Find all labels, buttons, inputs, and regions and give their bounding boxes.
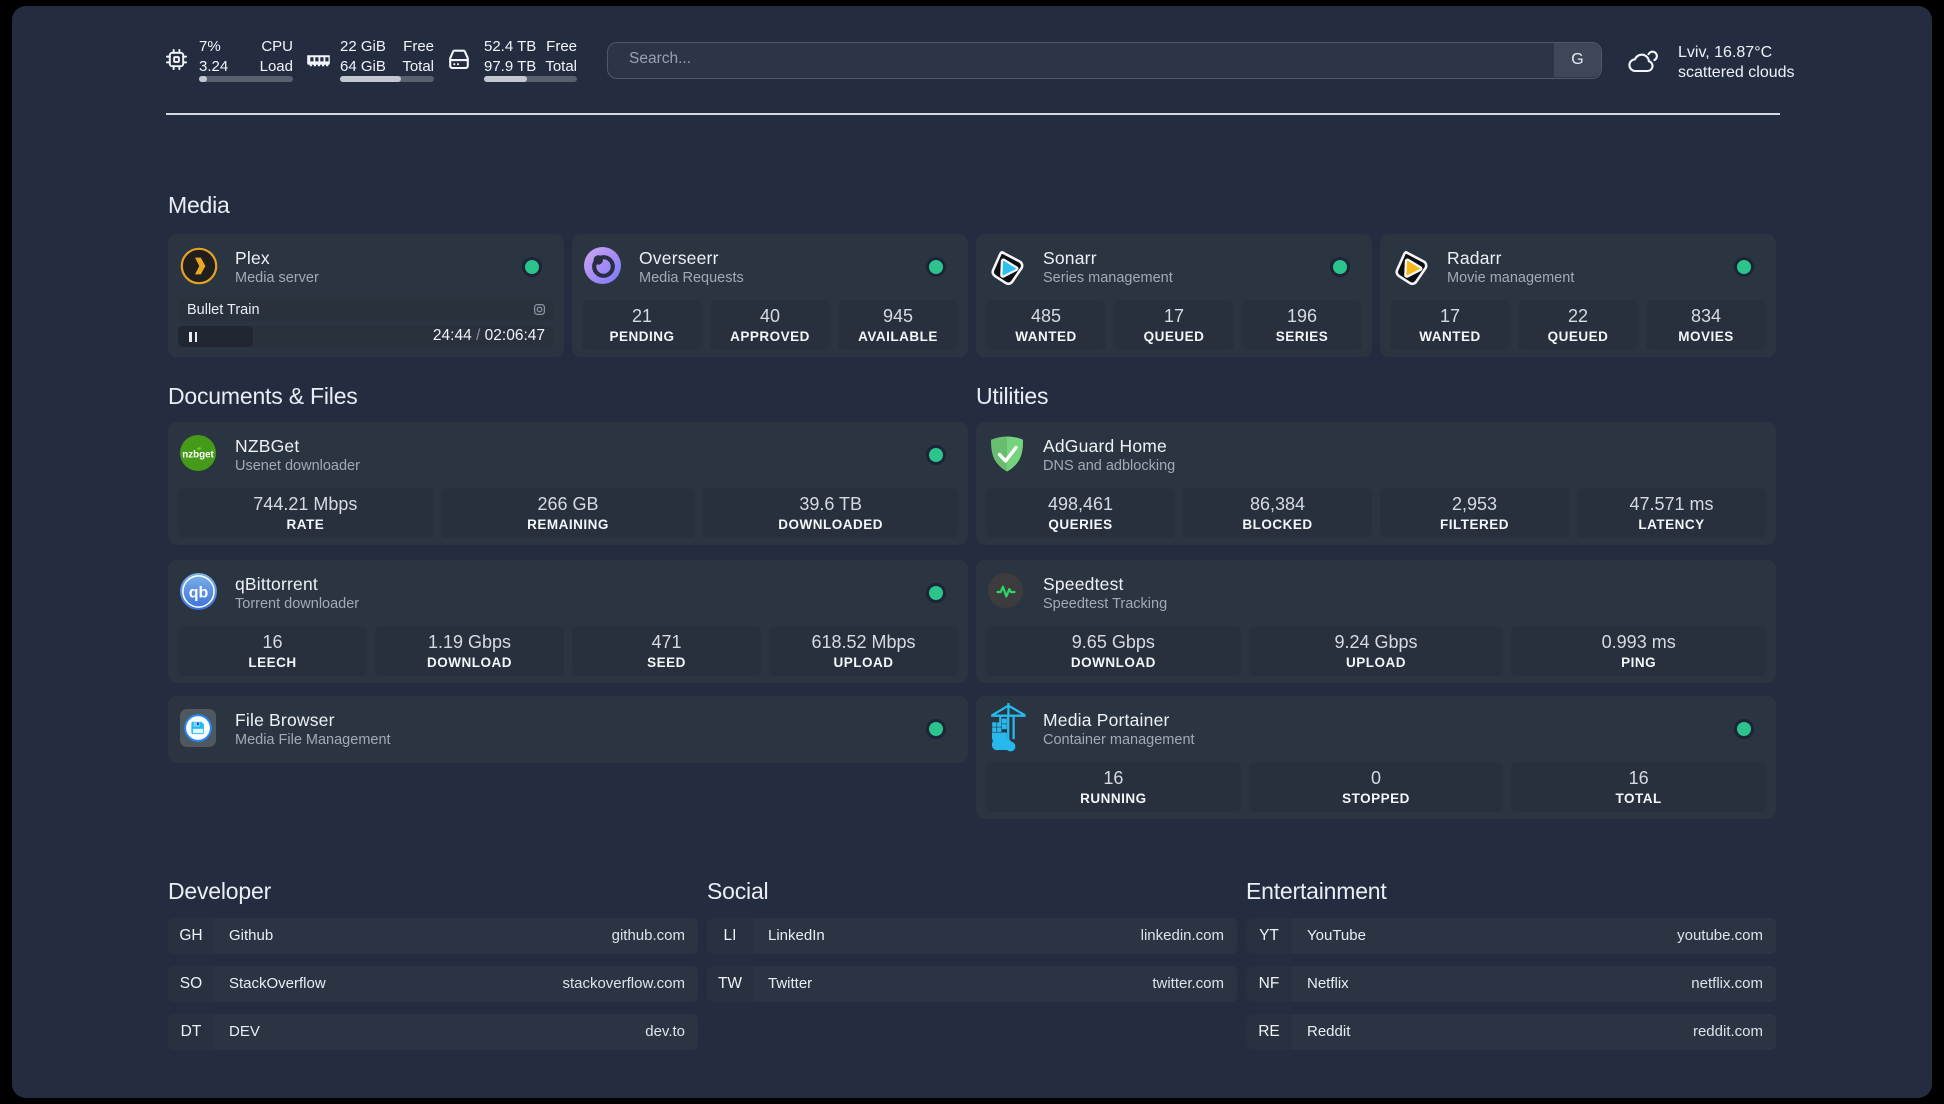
svg-text:qb: qb bbox=[189, 584, 209, 601]
svg-text:nzbget: nzbget bbox=[182, 450, 214, 461]
